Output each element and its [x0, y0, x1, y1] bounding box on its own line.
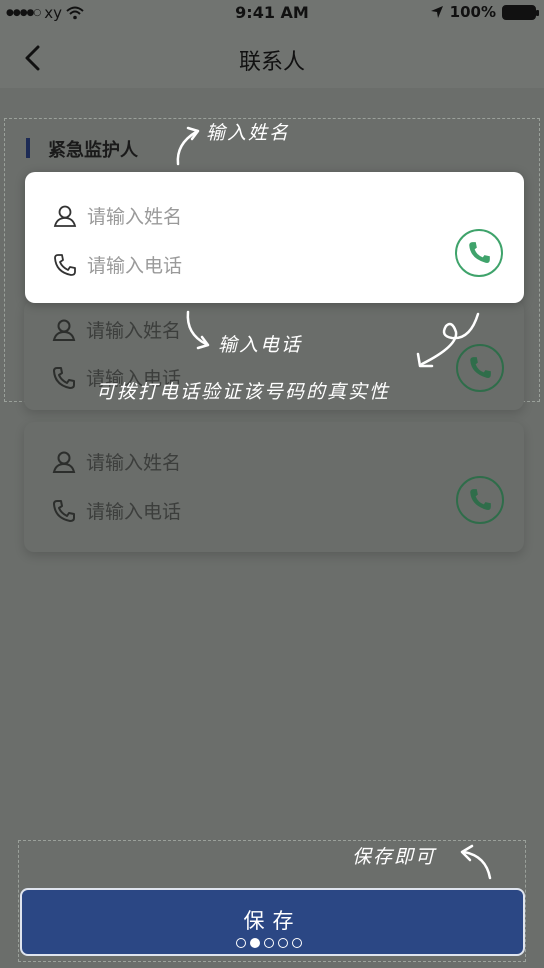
- annotation-call-verify: 可拨打电话验证该号码的真实性: [96, 381, 391, 403]
- name-placeholder: 请输入姓名: [86, 452, 182, 474]
- page-dot-active: [250, 938, 260, 948]
- phone-placeholder: 请输入电话: [87, 255, 183, 277]
- page-dot: [278, 938, 288, 948]
- page-dot: [264, 938, 274, 948]
- annotation-save-hint: 保存即可: [352, 846, 437, 868]
- annotation-enter-phone: 输入电话: [218, 334, 303, 356]
- user-icon: [52, 451, 76, 473]
- name-field[interactable]: 请输入姓名: [52, 316, 181, 343]
- location-icon: [430, 6, 443, 18]
- phone-field[interactable]: 请输入电话: [52, 497, 181, 524]
- phone-call-icon: [469, 242, 490, 263]
- section-title: 紧急监护人: [26, 136, 138, 162]
- phone-call-icon: [470, 357, 491, 378]
- call-button[interactable]: [456, 476, 504, 524]
- phone-icon: [53, 499, 75, 522]
- nav-bar: 联系人: [0, 26, 544, 88]
- phone-icon: [53, 366, 75, 389]
- phone-placeholder: 请输入电话: [86, 501, 182, 523]
- call-button[interactable]: [456, 344, 504, 392]
- page-indicator: [236, 938, 302, 948]
- phone-icon: [54, 253, 76, 276]
- contact-card-3: 请输入姓名 请输入电话: [24, 422, 524, 552]
- status-bar: ●●●●○ xy 9:41 AM 100%: [0, 0, 544, 26]
- contact-card-1: 请输入姓名 请输入电话: [25, 172, 524, 303]
- battery-icon: [502, 4, 539, 20]
- user-icon: [52, 319, 76, 341]
- call-button[interactable]: [455, 229, 503, 277]
- page-dot: [292, 938, 302, 948]
- annotation-enter-name: 输入姓名: [206, 122, 291, 144]
- user-icon: [53, 205, 77, 227]
- section-accent-bar: [26, 138, 30, 158]
- page-title: 联系人: [238, 50, 305, 75]
- name-placeholder: 请输入姓名: [87, 206, 183, 228]
- name-placeholder: 请输入姓名: [86, 320, 182, 342]
- page-dot: [236, 938, 246, 948]
- battery-percent: 100%: [449, 3, 496, 21]
- phone-call-icon: [470, 489, 491, 510]
- phone-field[interactable]: 请输入电话: [53, 251, 182, 278]
- name-field[interactable]: 请输入姓名: [52, 448, 181, 475]
- name-field[interactable]: 请输入姓名: [53, 202, 182, 229]
